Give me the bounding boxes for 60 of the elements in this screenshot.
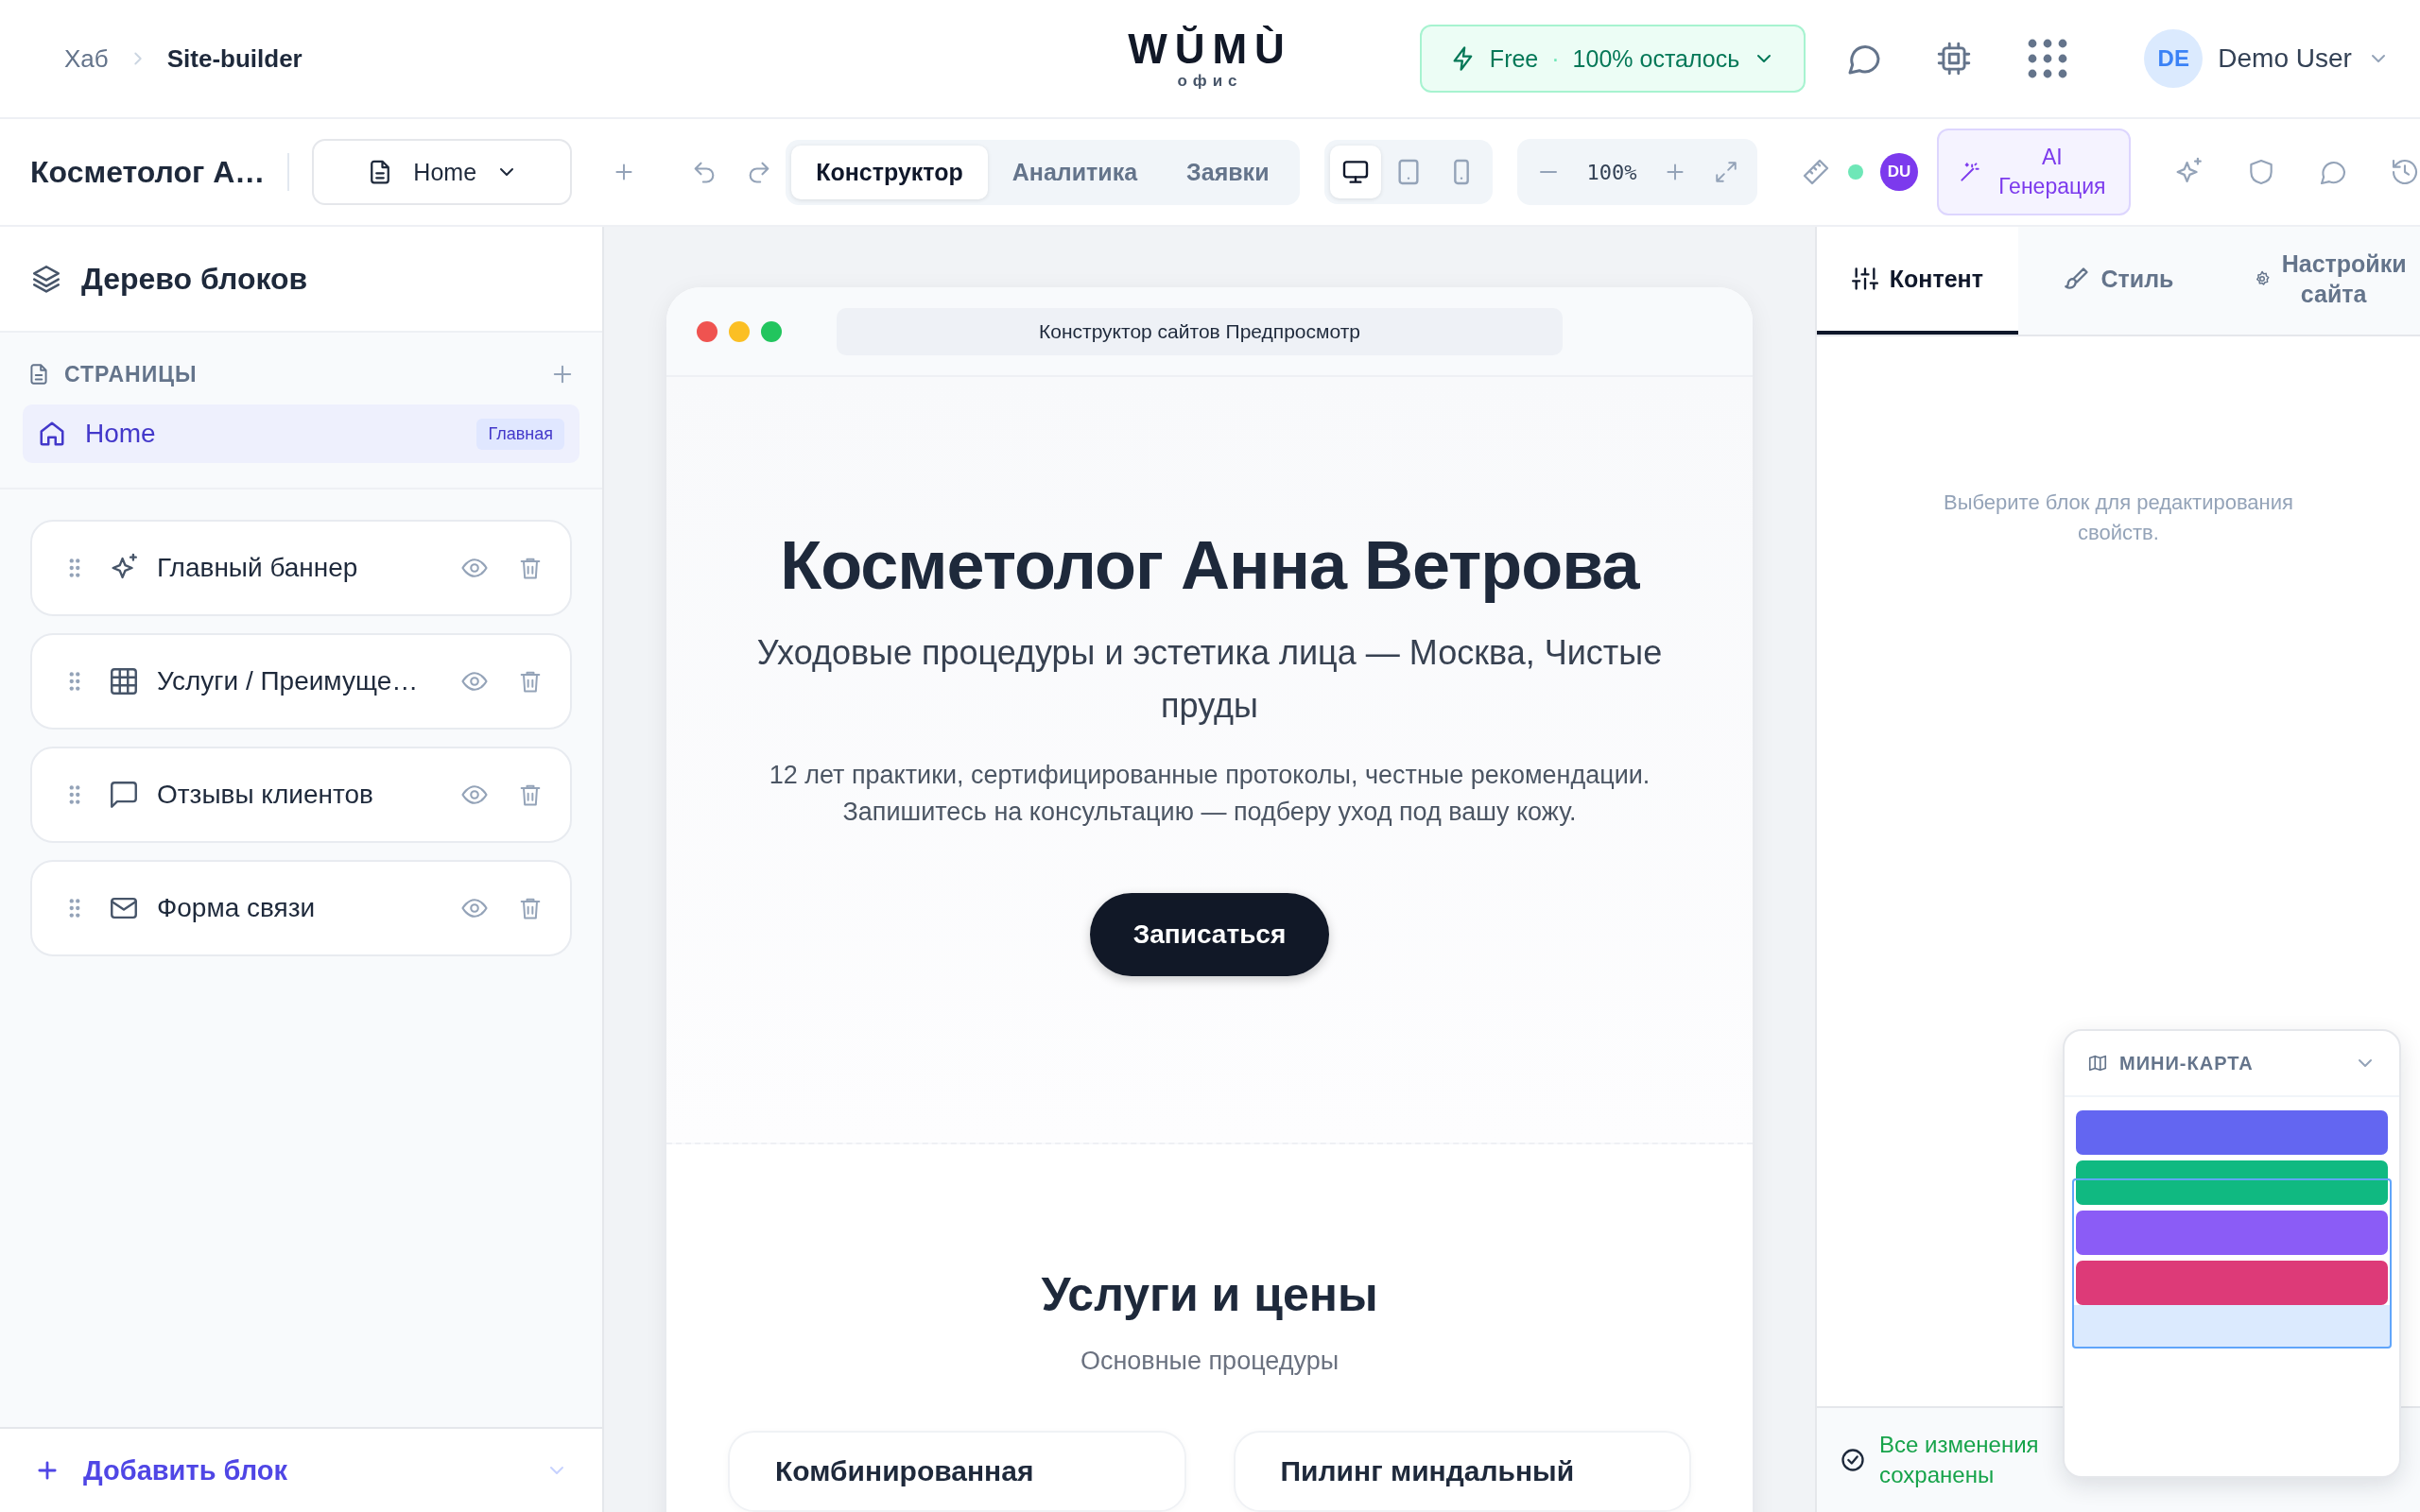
plan-button[interactable]: Free · 100% осталось (1419, 25, 1806, 93)
signup-button[interactable]: Записаться (1089, 892, 1330, 976)
panel-tab[interactable]: Стиль (2017, 227, 2220, 335)
view-tab[interactable]: Конструктор (791, 145, 988, 199)
grid-icon (108, 665, 140, 697)
expand-icon (1714, 160, 1739, 184)
history-icon (2390, 157, 2420, 187)
check-circle-icon (1840, 1447, 1866, 1473)
block-label: Отзывы клиентов (157, 780, 374, 810)
brush-icon (2063, 266, 2090, 292)
save-status: Все изменения сохранены (1879, 1430, 2040, 1489)
zoom-level: 100% (1586, 160, 1637, 184)
chip-icon (1936, 41, 1973, 77)
fullscreen-button[interactable] (1714, 160, 1739, 184)
chip-button[interactable] (1936, 41, 1973, 77)
hero-subtitle: Уходовые процедуры и эстетика лица — Москва, Чистые пруды (755, 632, 1664, 727)
window-dot (697, 320, 717, 342)
panel-tab[interactable]: Контент (1817, 227, 2018, 335)
speech-bubble-icon (108, 779, 140, 811)
map-icon (2087, 1053, 2108, 1074)
block-item[interactable]: Услуги / Преимуще… (30, 633, 572, 730)
logo-wordmark: WŬMÙ (1128, 26, 1292, 73)
section-title: Услуги и цены (1040, 1267, 1379, 1322)
breadcrumb-link[interactable]: Site-builder (166, 43, 302, 74)
hero-text: 12 лет практики, сертифицированные протоколы, честные рекомендации. Запишитесь на консультацию — подберу уход под вашу кожу. (768, 759, 1651, 828)
block-label: Форма связи (157, 893, 317, 923)
section-heading: СТРАНИЦЫ (64, 361, 199, 387)
block-label: Услуги / Преимуще… (157, 666, 420, 696)
home-badge: Главная (476, 418, 564, 450)
block-item[interactable]: Форма связи (30, 860, 572, 956)
device-button[interactable] (1329, 146, 1381, 198)
minus-icon (1539, 171, 1557, 173)
empty-hint: Выберите блок для редактирования свойств. (1943, 490, 2294, 546)
minimap-title: МИНИ-КАРТА (2119, 1052, 2255, 1074)
sliders-icon (1851, 266, 1878, 292)
breadcrumb-link[interactable]: Хаб (64, 43, 109, 74)
address-bar: Конструктор сайтов Предпросмотр (837, 307, 1563, 355)
window-dot (729, 320, 750, 342)
section-subtitle: Основные процедуры (1079, 1347, 1340, 1376)
user-name[interactable]: Demo User (2218, 43, 2352, 74)
block-item[interactable]: Главный баннер (30, 520, 572, 616)
view-tab[interactable]: Заявки (1162, 145, 1294, 199)
window-dot (761, 320, 782, 342)
panel-tab[interactable]: Настройки сайта (2219, 227, 2420, 335)
logo-subtitle: офис (1177, 72, 1243, 92)
site-title: Косметолог А… (30, 154, 266, 190)
hero-title: Косметолог Анна Ветрова (780, 526, 1639, 604)
home-icon (38, 420, 66, 448)
service-title: Пилинг миндальный (1280, 1455, 1575, 1486)
view-tab[interactable]: Аналитика (987, 145, 1163, 199)
history-button[interactable] (2390, 157, 2420, 187)
service-title: Комбинированная (775, 1455, 1034, 1486)
layers-icon (30, 263, 62, 295)
block-label: Главный баннер (157, 553, 359, 583)
block-item[interactable]: Отзывы клиентов (30, 747, 572, 843)
collaborator-avatar: DU (1880, 153, 1918, 191)
ai-generate-button[interactable]: AI Генерация (1936, 129, 2131, 215)
page-item[interactable]: Home Главная (23, 404, 579, 463)
page-select[interactable]: Home (312, 139, 573, 205)
panel-title: Дерево блоков (81, 261, 308, 297)
